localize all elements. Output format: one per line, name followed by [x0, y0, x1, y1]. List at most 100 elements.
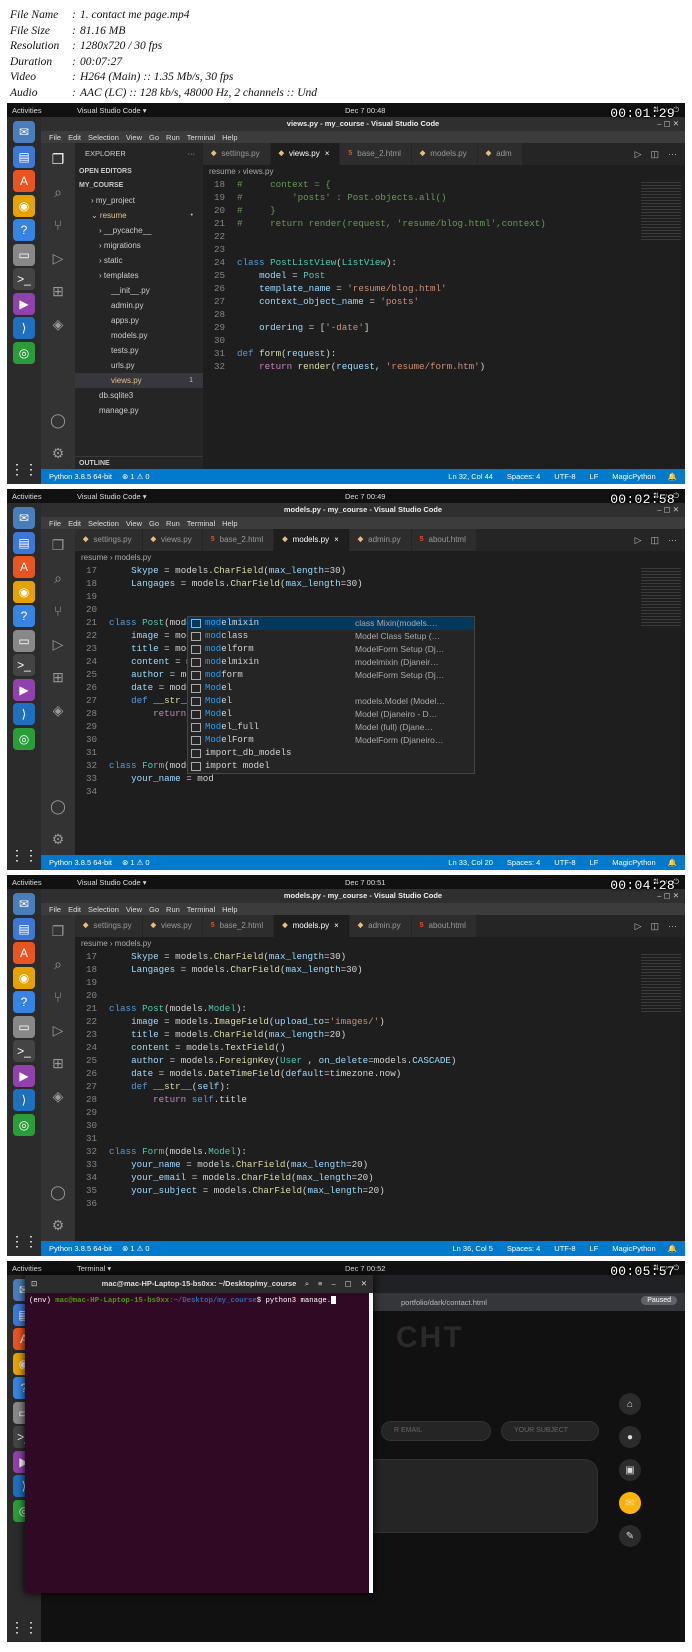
run-debug-icon[interactable]: ▷: [48, 248, 68, 268]
tab-admin-py[interactable]: ◆ admin.py: [349, 915, 412, 937]
nav-contact-icon[interactable]: ✉: [619, 1492, 641, 1514]
app-menu[interactable]: Visual Studio Code ▾: [77, 492, 147, 501]
video-player-icon[interactable]: ▶: [13, 678, 35, 701]
explorer-item[interactable]: › templates: [75, 268, 203, 283]
indent-spaces[interactable]: Spaces: 4: [507, 858, 540, 867]
menu-selection[interactable]: Selection: [88, 905, 119, 914]
problems-count[interactable]: ⊗ 1 ⚠ 0: [122, 858, 150, 867]
menu-go[interactable]: Go: [149, 905, 159, 914]
vscode-icon[interactable]: ⟩: [13, 1089, 35, 1111]
explorer-item[interactable]: › static: [75, 253, 203, 268]
files-icon[interactable]: ▭: [13, 243, 35, 266]
tab-views-py[interactable]: ◆ views.py: [142, 529, 203, 551]
suggestion-item[interactable]: import model: [188, 760, 474, 773]
python-interpreter[interactable]: Python 3.8.5 64-bit: [49, 1244, 112, 1253]
project-section[interactable]: MY_COURSE: [75, 179, 203, 193]
run-file-icon[interactable]: ▷: [635, 535, 642, 546]
menu-run[interactable]: Run: [166, 519, 180, 528]
tab-settings-py[interactable]: ◆ settings.py: [203, 143, 271, 165]
menu-go[interactable]: Go: [149, 519, 159, 528]
terminal-scrollbar[interactable]: [369, 1293, 373, 1593]
code-editor[interactable]: 18 # context = {19 # 'posts' : Post.object…: [203, 178, 685, 469]
minimap[interactable]: [641, 180, 681, 240]
breadcrumb[interactable]: resume › models.py: [75, 551, 685, 564]
indent-spaces[interactable]: Spaces: 4: [507, 472, 540, 481]
more-actions-icon[interactable]: ···: [188, 143, 196, 165]
search-icon[interactable]: ⌕: [48, 182, 68, 202]
notes-icon[interactable]: ▤: [13, 917, 35, 940]
suggestion-item[interactable]: modelmixin class Mixin(models.…: [188, 617, 474, 630]
problems-count[interactable]: ⊗ 1 ⚠ 0: [122, 472, 150, 481]
files-icon[interactable]: ▭: [13, 629, 35, 652]
menu-go[interactable]: Go: [149, 133, 159, 142]
outline-section[interactable]: OUTLINE: [75, 456, 203, 469]
show-apps-icon[interactable]: ⋮⋮: [10, 844, 38, 866]
files-icon[interactable]: ▭: [13, 1015, 35, 1038]
sync-paused-badge[interactable]: Paused: [641, 1296, 677, 1305]
menu-file[interactable]: File: [49, 133, 61, 142]
terminal-new-tab-icon[interactable]: ⊡: [31, 1275, 37, 1293]
rhythmbox-icon[interactable]: ◉: [13, 194, 35, 217]
explorer-item[interactable]: › my_project: [75, 193, 203, 208]
source-control-icon[interactable]: ⑂: [48, 987, 68, 1007]
notifications-icon[interactable]: 🔔: [668, 858, 677, 867]
terminal-icon[interactable]: >_: [13, 268, 35, 290]
nav-about-icon[interactable]: ●: [619, 1426, 641, 1448]
close-icon[interactable]: ✕: [361, 1275, 367, 1293]
line-ending[interactable]: LF: [590, 472, 599, 481]
tab-about-html[interactable]: 5 about.html: [411, 915, 477, 937]
chrome-icon[interactable]: ◎: [13, 341, 35, 364]
encoding[interactable]: UTF-8: [554, 1244, 575, 1253]
cursor-position[interactable]: Ln 33, Col 20: [448, 858, 493, 867]
extensions-icon[interactable]: ⊞: [48, 667, 68, 687]
terminal-icon[interactable]: >_: [13, 1040, 35, 1062]
suggestion-item[interactable]: ModelForm ModelForm (Djaneiro…: [188, 734, 474, 747]
suggestion-item[interactable]: Model: [188, 682, 474, 695]
vscode-icon[interactable]: ⟩: [13, 317, 35, 339]
software-center-icon[interactable]: A: [13, 170, 35, 192]
explorer-icon[interactable]: ❐: [48, 535, 68, 555]
run-file-icon[interactable]: ▷: [635, 149, 642, 160]
run-debug-icon[interactable]: ▷: [48, 1020, 68, 1040]
show-apps-icon[interactable]: ⋮⋮: [10, 458, 38, 480]
minimap[interactable]: [641, 952, 681, 1012]
mail-icon[interactable]: ✉: [13, 121, 35, 143]
terminal-controls[interactable]: ⌕ ≡ – ▢ ✕: [305, 1275, 367, 1293]
tab-base_2-html[interactable]: 5 base_2.html: [202, 915, 275, 937]
nav-home-icon[interactable]: ⌂: [619, 1393, 641, 1415]
tab-models-py[interactable]: ◆ models.py ×: [274, 915, 350, 937]
tab-views-py[interactable]: ◆ views.py ×: [270, 143, 341, 165]
notes-icon[interactable]: ▤: [13, 145, 35, 168]
split-editor-icon[interactable]: ◫: [650, 535, 659, 546]
tab-models-py[interactable]: ◆ models.py: [411, 143, 478, 165]
open-editors-section[interactable]: OPEN EDITORS: [75, 165, 203, 179]
explorer-item[interactable]: manage.py: [75, 403, 203, 418]
explorer-item[interactable]: db.sqlite3: [75, 388, 203, 403]
split-editor-icon[interactable]: ◫: [650, 149, 659, 160]
activities-button[interactable]: Activities: [12, 878, 42, 887]
app-menu[interactable]: Visual Studio Code ▾: [77, 106, 147, 115]
terminal-menu-icon[interactable]: ≡: [318, 1275, 322, 1293]
app-menu[interactable]: Visual Studio Code ▾: [77, 878, 147, 887]
cursor-position[interactable]: Ln 32, Col 44: [448, 472, 493, 481]
help-icon[interactable]: ?: [13, 605, 35, 627]
explorer-item[interactable]: __init__.py: [75, 283, 203, 298]
minimize-icon[interactable]: –: [331, 1275, 335, 1293]
settings-gear-icon[interactable]: ⚙: [48, 1215, 68, 1235]
menu-help[interactable]: Help: [222, 905, 237, 914]
mail-icon[interactable]: ✉: [13, 893, 35, 915]
search-icon[interactable]: ⌕: [48, 954, 68, 974]
explorer-item[interactable]: urls.py: [75, 358, 203, 373]
source-control-icon[interactable]: ⑂: [48, 601, 68, 621]
search-icon[interactable]: ⌕: [48, 568, 68, 588]
run-file-icon[interactable]: ▷: [635, 921, 642, 932]
explorer-icon[interactable]: ❐: [48, 149, 68, 169]
close-tab-icon[interactable]: ×: [334, 915, 339, 937]
split-editor-icon[interactable]: ◫: [650, 921, 659, 932]
suggestion-item[interactable]: Model Model (Djaneiro - D…: [188, 708, 474, 721]
menu-file[interactable]: File: [49, 519, 61, 528]
explorer-item[interactable]: views.py 1: [75, 373, 203, 388]
video-player-icon[interactable]: ▶: [13, 1064, 35, 1087]
menu-edit[interactable]: Edit: [68, 905, 81, 914]
source-control-icon[interactable]: ⑂: [48, 215, 68, 235]
